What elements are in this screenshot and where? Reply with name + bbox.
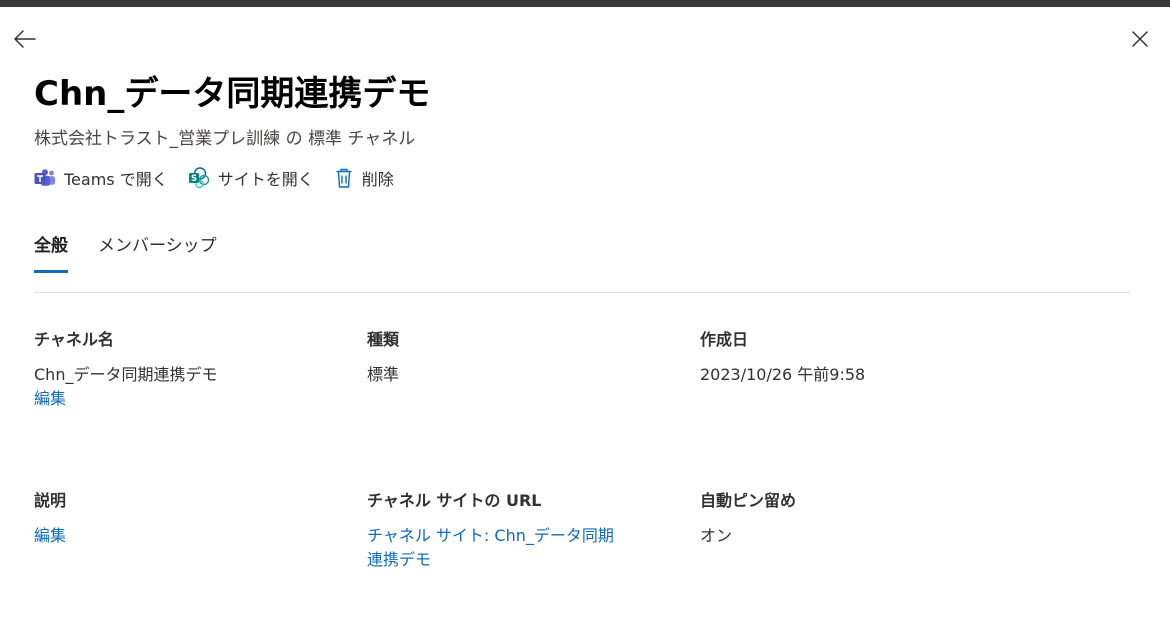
channel-name-value: Chn_データ同期連携デモ [34, 365, 218, 384]
sharepoint-icon: S [188, 167, 209, 189]
channel-name-label: チャネル名 [34, 330, 114, 349]
open-in-teams-label: Teams で開く [64, 170, 168, 189]
description-field: 説明 編集 [34, 490, 334, 548]
tab-list: 全般 メンバーシップ [34, 232, 247, 276]
description-label: 説明 [34, 491, 67, 510]
trash-icon [336, 168, 352, 188]
action-bar: Teams で開く S サイトを開く 削除 [34, 164, 414, 192]
window-top-bar [0, 0, 1170, 7]
close-button[interactable] [1125, 26, 1155, 52]
open-site-label: サイトを開く [217, 170, 314, 189]
delete-label: 削除 [361, 170, 394, 189]
svg-text:S: S [191, 174, 197, 184]
open-site-button[interactable]: S サイトを開く [188, 166, 314, 190]
delete-button[interactable]: 削除 [334, 166, 394, 190]
channel-site-link[interactable]: チャネル サイト: Chn_データ同期連携デモ [367, 524, 627, 572]
type-label: 種類 [367, 330, 400, 349]
site-url-label: チャネル サイトの URL [367, 491, 542, 510]
open-in-teams-button[interactable]: Teams で開く [34, 166, 168, 190]
type-field: 種類 標準 [367, 329, 667, 387]
type-value: 標準 [367, 365, 400, 384]
auto-pin-label: 自動ピン留め [700, 491, 797, 510]
tab-divider [34, 292, 1130, 293]
arrow-left-icon [14, 30, 36, 48]
created-label: 作成日 [700, 330, 749, 349]
channel-name-field: チャネル名 Chn_データ同期連携デモ 編集 [34, 329, 334, 411]
teams-icon [34, 169, 55, 186]
auto-pin-value: オン [700, 526, 733, 545]
page-title: Chn_データ同期連携デモ [34, 74, 431, 114]
tab-membership[interactable]: メンバーシップ [98, 232, 217, 276]
created-value: 2023/10/26 午前9:58 [700, 365, 866, 384]
site-url-field: チャネル サイトの URL チャネル サイト: Chn_データ同期連携デモ [367, 490, 667, 572]
edit-channel-name-link[interactable]: 編集 [34, 387, 334, 411]
page-subtitle: 株式会社トラスト_営業プレ訓練 の 標準 チャネル [34, 129, 416, 149]
auto-pin-field: 自動ピン留め オン [700, 490, 1000, 548]
edit-description-link[interactable]: 編集 [34, 524, 334, 548]
back-button[interactable] [10, 26, 40, 52]
tab-general[interactable]: 全般 [34, 232, 68, 276]
close-icon [1132, 31, 1148, 47]
created-field: 作成日 2023/10/26 午前9:58 [700, 329, 1000, 387]
